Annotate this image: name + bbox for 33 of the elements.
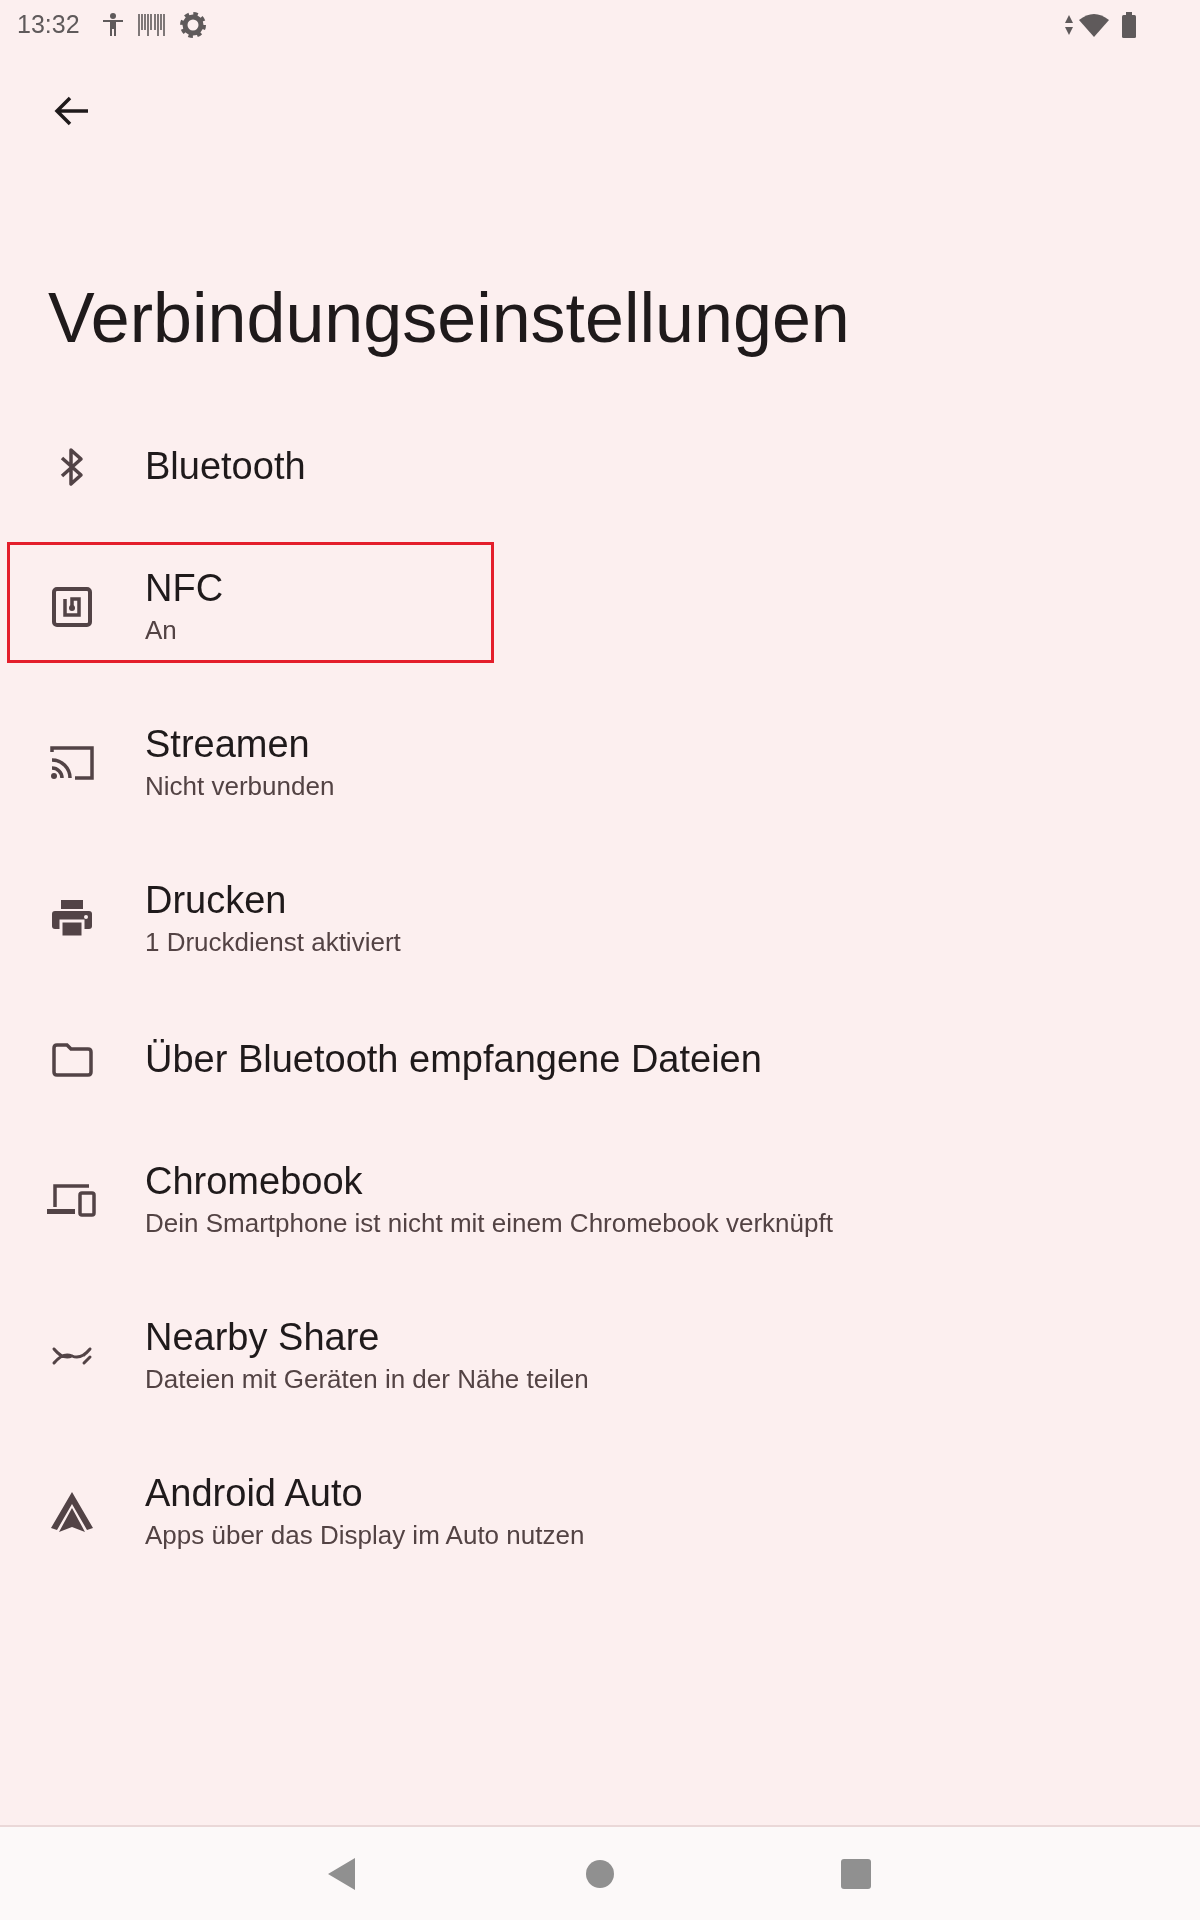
- bluetooth-icon: [58, 445, 85, 488]
- laptop-phone-icon: [46, 1183, 97, 1217]
- item-subtitle: Apps über das Display im Auto nutzen: [145, 1518, 585, 1552]
- item-title[interactable]: Nearby Share: [145, 1315, 589, 1361]
- barcode-icon: [137, 14, 166, 36]
- back-nav-icon[interactable]: [327, 1856, 357, 1891]
- item-title[interactable]: Android Auto: [145, 1471, 585, 1517]
- item-subtitle: An: [145, 613, 178, 647]
- wifi-icon: [1078, 12, 1110, 38]
- navigation-arrow-icon: [48, 1490, 95, 1534]
- data-arrows-icon: [1064, 14, 1074, 36]
- item-title[interactable]: Chromebook: [145, 1159, 833, 1205]
- cast-icon: [48, 744, 95, 782]
- printer-icon: [50, 899, 93, 939]
- battery-icon: [1122, 12, 1136, 38]
- nfc-icon: [51, 587, 92, 627]
- nearby-icon: [50, 1346, 93, 1366]
- back-arrow-icon: [54, 96, 90, 126]
- item-title[interactable]: NFC: [145, 566, 224, 612]
- item-subtitle: 1 Druckdienst aktiviert: [145, 925, 401, 959]
- item-subtitle: Dateien mit Geräten in der Nähe teilen: [145, 1362, 589, 1396]
- accessibility-icon: [101, 13, 124, 37]
- item-title[interactable]: Über Bluetooth empfangene Dateien: [145, 1036, 762, 1083]
- item-subtitle: Dein Smartphone ist nicht mit einem Chromebook verknüpft: [145, 1206, 833, 1240]
- recents-nav-icon[interactable]: [841, 1858, 871, 1889]
- item-title[interactable]: Drucken: [145, 878, 401, 924]
- item-subtitle: Nicht verbunden: [145, 769, 335, 803]
- item-title[interactable]: Bluetooth: [145, 443, 306, 490]
- settings-icon: [177, 10, 208, 40]
- item-title[interactable]: Streamen: [145, 722, 335, 768]
- home-nav-icon[interactable]: [585, 1858, 615, 1889]
- folder-icon: [50, 1042, 93, 1077]
- status-time: 13:32: [17, 9, 80, 41]
